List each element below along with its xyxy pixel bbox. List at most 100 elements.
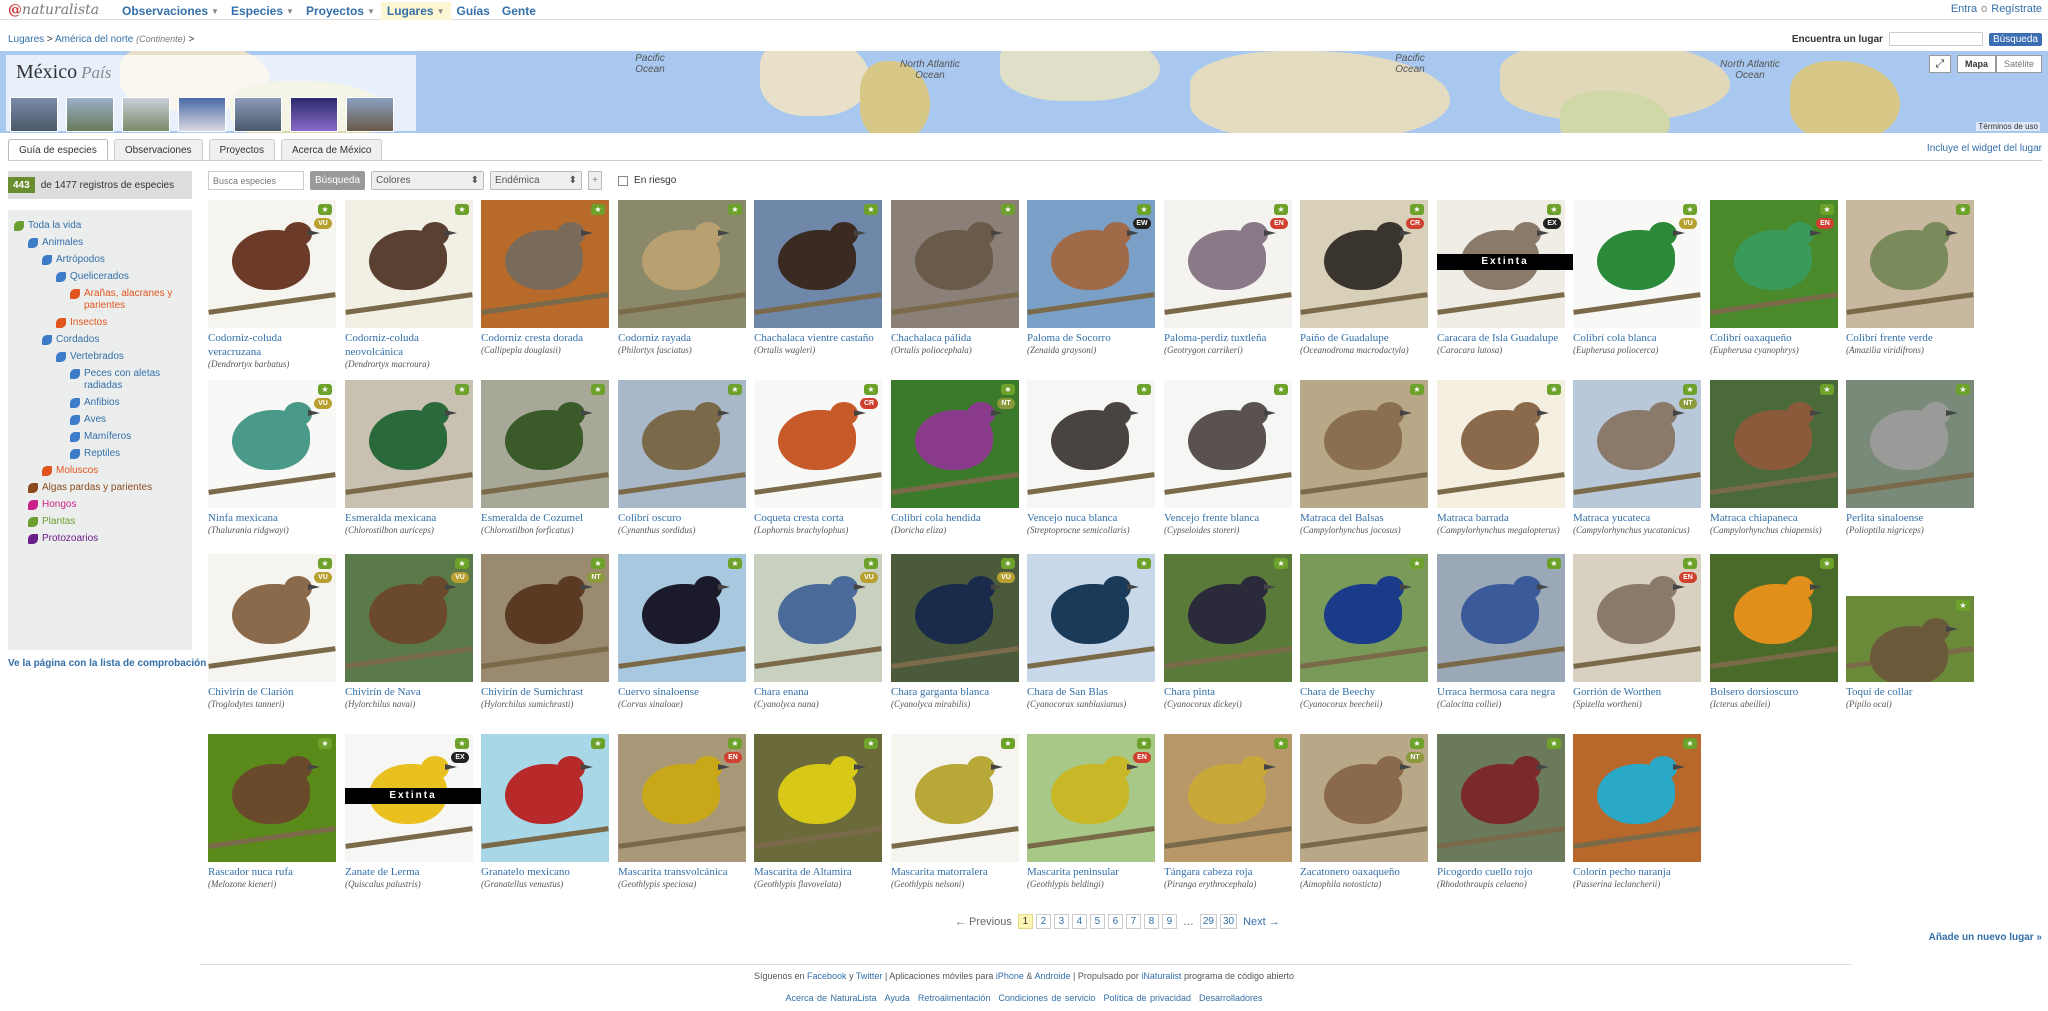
species-common-name[interactable]: Colibrí cola hendida bbox=[891, 512, 981, 524]
widget-link[interactable]: Incluye el widget del lugar bbox=[1927, 143, 2042, 154]
nav-item-gente[interactable]: Gente bbox=[496, 2, 542, 20]
species-photo[interactable]: ★ bbox=[1846, 200, 1974, 328]
page-link[interactable]: 1 bbox=[1017, 914, 1033, 929]
species-photo[interactable]: ★ bbox=[1573, 734, 1701, 862]
page-link[interactable]: 5 bbox=[1089, 914, 1105, 929]
twitter-link[interactable]: Twitter bbox=[856, 971, 883, 981]
species-common-name[interactable]: Matraca yucateca bbox=[1573, 512, 1650, 524]
species-photo[interactable]: ★ CR bbox=[1300, 200, 1428, 328]
species-common-name[interactable]: Paíño de Guadalupe bbox=[1300, 332, 1389, 344]
species-common-name[interactable]: Chara de Beechy bbox=[1300, 686, 1375, 698]
species-common-name[interactable]: Mascarita peninsular bbox=[1027, 866, 1119, 878]
species-photo[interactable]: ★ VU bbox=[1573, 200, 1701, 328]
species-common-name[interactable]: Zacatonero oaxaqueño bbox=[1300, 866, 1400, 878]
taxon-item[interactable]: Arañas, alacranes y parientes bbox=[70, 288, 184, 312]
taxon-item[interactable]: Toda la vida bbox=[14, 220, 184, 232]
find-place-button[interactable]: Búsqueda bbox=[1988, 32, 2042, 46]
map-terms[interactable]: Términos de uso bbox=[1976, 122, 2040, 131]
satellite-mode-button[interactable]: Satélite bbox=[1995, 55, 2042, 73]
species-common-name[interactable]: Colibrí frente verde bbox=[1846, 332, 1933, 344]
footer-link[interactable]: Política de privacidad bbox=[1103, 993, 1191, 1003]
species-common-name[interactable]: Gorrión de Worthen bbox=[1573, 686, 1661, 698]
login-link[interactable]: Entra bbox=[1951, 3, 1977, 15]
taxon-item[interactable]: Quelicerados bbox=[56, 271, 184, 283]
species-photo[interactable]: ★ bbox=[481, 734, 609, 862]
species-common-name[interactable]: Matraca del Balsas bbox=[1300, 512, 1384, 524]
at-risk-checkbox[interactable] bbox=[618, 175, 629, 186]
species-common-name[interactable]: Chara pinta bbox=[1164, 686, 1215, 698]
species-common-name[interactable]: Perlita sinaloense bbox=[1846, 512, 1923, 524]
species-common-name[interactable]: Colibrí oscuro bbox=[618, 512, 681, 524]
place-photo[interactable] bbox=[346, 97, 394, 132]
fullscreen-icon[interactable]: ⤢ bbox=[1928, 55, 1951, 73]
map-mode-button[interactable]: Mapa bbox=[1956, 55, 1996, 73]
species-photo[interactable]: ★ bbox=[754, 200, 882, 328]
species-common-name[interactable]: Tángara cabeza roja bbox=[1164, 866, 1253, 878]
species-photo[interactable]: ★ bbox=[1846, 596, 1974, 682]
species-photo[interactable]: ★ VU bbox=[345, 554, 473, 682]
species-photo[interactable]: ★ EW bbox=[1027, 200, 1155, 328]
taxon-item[interactable]: Aves bbox=[70, 414, 184, 426]
nav-item-guías[interactable]: Guías bbox=[451, 2, 496, 20]
place-photo[interactable] bbox=[10, 97, 58, 132]
species-common-name[interactable]: Mascarita matorralera bbox=[891, 866, 988, 878]
species-photo[interactable]: ★ bbox=[1027, 380, 1155, 508]
species-common-name[interactable]: Colibrí oaxaqueño bbox=[1710, 332, 1792, 344]
species-common-name[interactable]: Esmeralda mexicana bbox=[345, 512, 436, 524]
species-photo[interactable]: ★ bbox=[1300, 554, 1428, 682]
species-photo[interactable]: ★ NT bbox=[1573, 380, 1701, 508]
species-common-name[interactable]: Codorniz-coluda neovolcánica bbox=[345, 332, 419, 358]
species-photo[interactable]: ★ bbox=[1710, 380, 1838, 508]
footer-link[interactable]: Desarrolladores bbox=[1199, 993, 1263, 1003]
taxon-item[interactable]: Animales bbox=[28, 237, 184, 249]
taxon-item[interactable]: Anfibios bbox=[70, 397, 184, 409]
species-photo[interactable]: ★ bbox=[618, 380, 746, 508]
species-photo[interactable]: ★ EN bbox=[1027, 734, 1155, 862]
species-common-name[interactable]: Urraca hermosa cara negra bbox=[1437, 686, 1555, 698]
page-link[interactable]: 7 bbox=[1125, 914, 1141, 929]
species-common-name[interactable]: Vencejo nuca blanca bbox=[1027, 512, 1117, 524]
species-photo[interactable]: ★ bbox=[208, 734, 336, 862]
species-common-name[interactable]: Chara de San Blas bbox=[1027, 686, 1108, 698]
nav-item-lugares[interactable]: Lugares ▼ bbox=[380, 2, 451, 20]
page-link[interactable]: 9 bbox=[1161, 914, 1177, 929]
species-photo[interactable]: ★ bbox=[754, 734, 882, 862]
species-photo[interactable]: ★ bbox=[1027, 554, 1155, 682]
species-common-name[interactable]: Caracara de Isla Guadalupe bbox=[1437, 332, 1558, 344]
footer-link[interactable]: Ayuda bbox=[884, 993, 909, 1003]
species-search-input[interactable] bbox=[208, 171, 304, 190]
species-common-name[interactable]: Paloma de Socorro bbox=[1027, 332, 1111, 344]
species-common-name[interactable]: Chivirín de Clarión bbox=[208, 686, 294, 698]
species-common-name[interactable]: Toquí de collar bbox=[1846, 686, 1912, 698]
taxon-item[interactable]: Cordados bbox=[42, 334, 184, 346]
page-link[interactable]: 4 bbox=[1071, 914, 1087, 929]
taxon-item[interactable]: Hongos bbox=[28, 499, 184, 511]
species-common-name[interactable]: Mascarita de Altamira bbox=[754, 866, 852, 878]
page-link[interactable]: 6 bbox=[1107, 914, 1123, 929]
tab-about[interactable]: Acerca de México bbox=[281, 139, 383, 160]
species-common-name[interactable]: Coqueta cresta corta bbox=[754, 512, 844, 524]
naturalista-logo[interactable]: @naturalista bbox=[8, 2, 99, 18]
species-common-name[interactable]: Rascador nuca rufa bbox=[208, 866, 293, 878]
species-photo[interactable]: ★ bbox=[618, 554, 746, 682]
species-photo[interactable]: ★ NT bbox=[481, 554, 609, 682]
signup-link[interactable]: Regístrate bbox=[1991, 3, 2042, 15]
place-photo[interactable] bbox=[122, 97, 170, 132]
species-common-name[interactable]: Chachalaca vientre castaño bbox=[754, 332, 874, 344]
species-photo[interactable]: ★ bbox=[481, 380, 609, 508]
taxon-item[interactable]: Mamíferos bbox=[70, 431, 184, 443]
species-common-name[interactable]: Granatelo mexicano bbox=[481, 866, 570, 878]
nav-item-especies[interactable]: Especies ▼ bbox=[225, 2, 300, 20]
species-photo[interactable]: ★ bbox=[891, 200, 1019, 328]
species-search-button[interactable]: Búsqueda bbox=[310, 171, 366, 190]
next-page-link[interactable]: Next → bbox=[1240, 916, 1283, 928]
taxon-item[interactable]: Artrópodos bbox=[42, 254, 184, 266]
taxon-item[interactable]: Reptiles bbox=[70, 448, 184, 460]
endemic-select[interactable]: Endémica ⬍ bbox=[490, 171, 583, 190]
nav-item-observaciones[interactable]: Observaciones ▼ bbox=[116, 2, 225, 20]
species-common-name[interactable]: Codorniz cresta dorada bbox=[481, 332, 583, 344]
tab-observations[interactable]: Observaciones bbox=[113, 139, 203, 160]
species-common-name[interactable]: Mascarita transvolcánica bbox=[618, 866, 728, 878]
species-common-name[interactable]: Colibrí cola blanca bbox=[1573, 332, 1657, 344]
species-photo[interactable]: ★ VU bbox=[208, 554, 336, 682]
